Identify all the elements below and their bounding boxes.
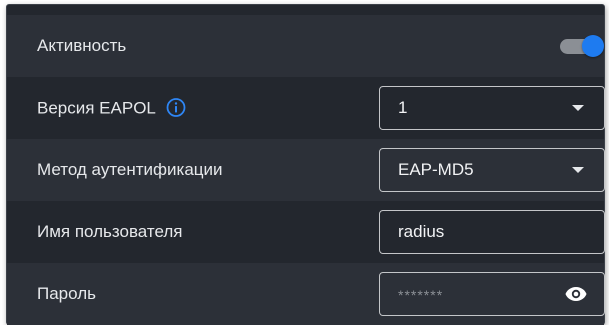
row-active: Активность xyxy=(7,15,604,77)
password-label: Пароль xyxy=(37,284,96,303)
auth-method-value: EAP-MD5 xyxy=(398,160,474,179)
active-label: Активность xyxy=(37,36,127,55)
password-value: ******* xyxy=(398,286,444,303)
auth-method-select[interactable]: EAP-MD5 xyxy=(379,148,605,192)
username-label: Имя пользователя xyxy=(37,222,183,241)
row-auth-method: Метод аутентификации EAP-MD5 xyxy=(7,139,605,201)
row-eapol-version: Версия EAPOL 1 xyxy=(7,77,605,139)
auth-method-label: Метод аутентификации xyxy=(37,160,223,179)
row-password: Пароль ******* xyxy=(7,263,605,325)
page: Активность Версия EAPOL 1 Метод аутентиф… xyxy=(0,0,609,325)
eapol-version-label-wrap: Версия EAPOL xyxy=(37,98,186,119)
row-username: Имя пользователя radius xyxy=(7,201,605,263)
toggle-knob xyxy=(582,35,604,57)
chevron-down-icon xyxy=(572,167,584,173)
eapol-version-select[interactable]: 1 xyxy=(379,86,605,130)
password-input[interactable]: ******* xyxy=(379,272,605,316)
username-input[interactable]: radius xyxy=(379,210,605,254)
eapol-version-label: Версия EAPOL xyxy=(37,98,156,118)
username-value: radius xyxy=(398,222,445,241)
chevron-down-icon xyxy=(572,105,584,111)
active-toggle[interactable] xyxy=(560,35,604,57)
eye-icon[interactable] xyxy=(564,282,588,306)
info-icon[interactable] xyxy=(166,98,186,118)
eapol-version-value: 1 xyxy=(398,98,408,117)
eapol-settings-panel: Активность Версия EAPOL 1 Метод аутентиф… xyxy=(6,4,605,325)
